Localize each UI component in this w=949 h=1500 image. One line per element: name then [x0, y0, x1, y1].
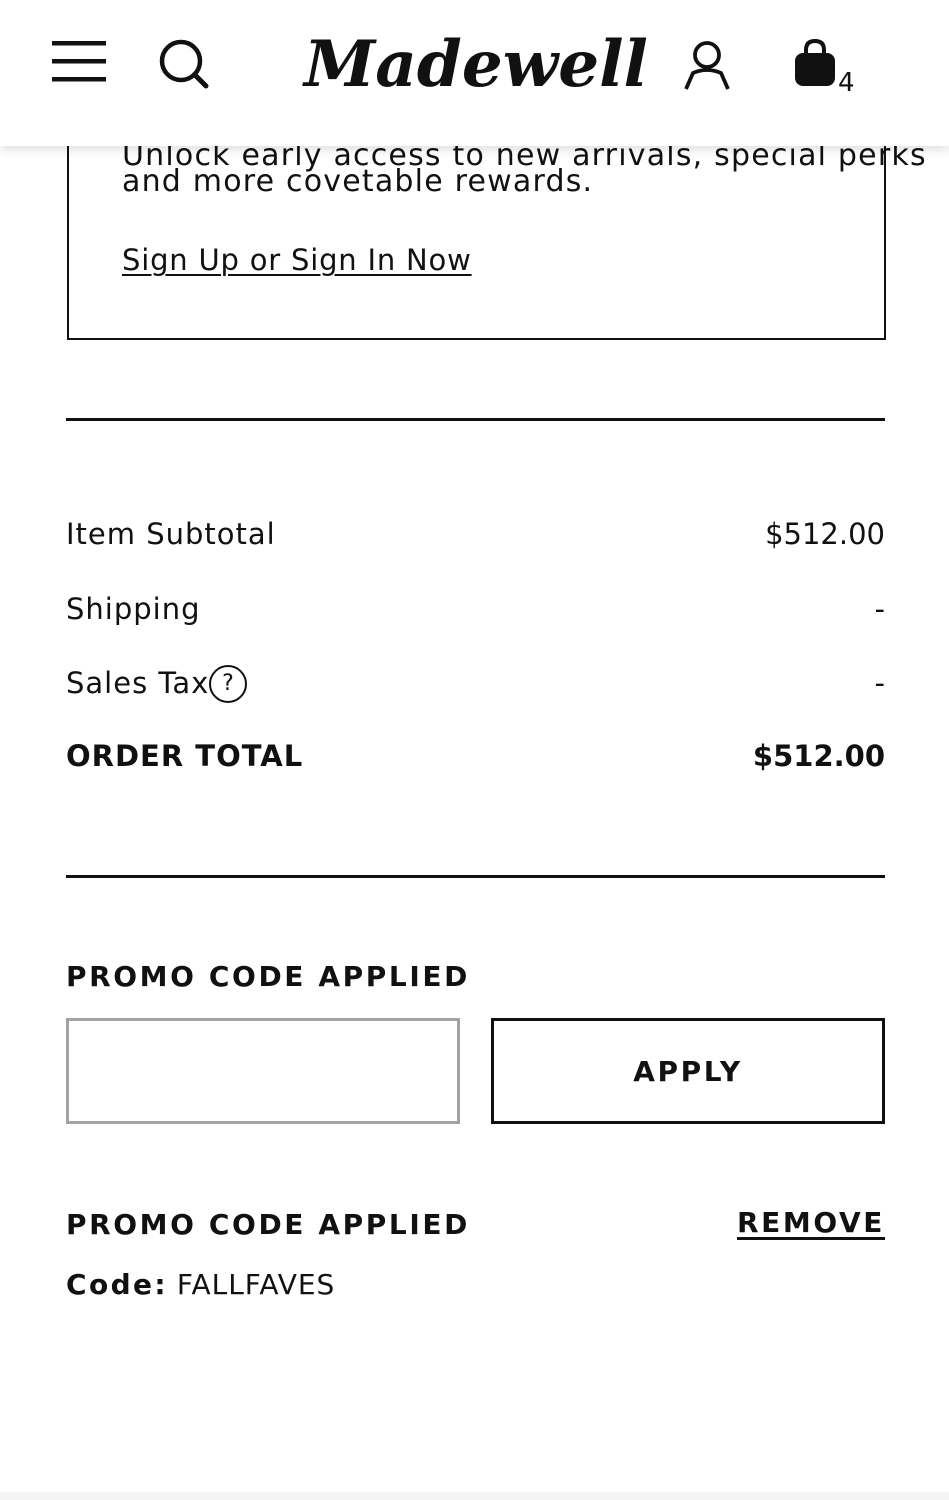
section-divider	[66, 875, 885, 878]
madewell-logo[interactable]: Madewell	[300, 20, 655, 112]
account-icon[interactable]	[682, 40, 732, 92]
sign-up-sign-in-link[interactable]: Sign Up or Sign In Now	[122, 243, 472, 277]
bag-count-badge: 4	[838, 68, 855, 98]
remove-promo-link[interactable]: REMOVE	[737, 1206, 885, 1239]
apply-button[interactable]: APPLY	[491, 1018, 885, 1124]
item-subtotal-value: $512.00	[765, 517, 885, 551]
order-total-value: $512.00	[752, 739, 885, 773]
shipping-value: -	[874, 592, 885, 626]
shopping-bag-icon[interactable]	[792, 38, 840, 90]
item-subtotal-label: Item Subtotal	[66, 517, 276, 551]
site-header: Madewell 4	[0, 0, 949, 146]
rewards-text: and more covetable rewards.	[122, 164, 594, 199]
promo-applied-heading: PROMO CODE APPLIED	[66, 1208, 470, 1241]
promo-code-line: Code: FALLFAVES	[66, 1268, 335, 1301]
section-divider	[66, 418, 885, 421]
promo-code-heading: PROMO CODE APPLIED	[66, 960, 470, 993]
svg-text:Madewell: Madewell	[302, 27, 648, 102]
promo-code-input[interactable]	[66, 1018, 460, 1124]
hamburger-menu-icon[interactable]	[52, 38, 108, 88]
promo-code-value: FALLFAVES	[176, 1268, 336, 1301]
order-total-label: ORDER TOTAL	[66, 739, 304, 773]
bottom-edge	[0, 1492, 949, 1500]
sales-tax-help-icon[interactable]: ?	[209, 665, 247, 703]
shipping-label: Shipping	[66, 592, 201, 626]
promo-code-label: Code:	[66, 1268, 169, 1301]
sales-tax-value: -	[874, 666, 885, 700]
search-icon[interactable]	[156, 36, 212, 92]
sales-tax-label: Sales Tax	[66, 666, 210, 700]
